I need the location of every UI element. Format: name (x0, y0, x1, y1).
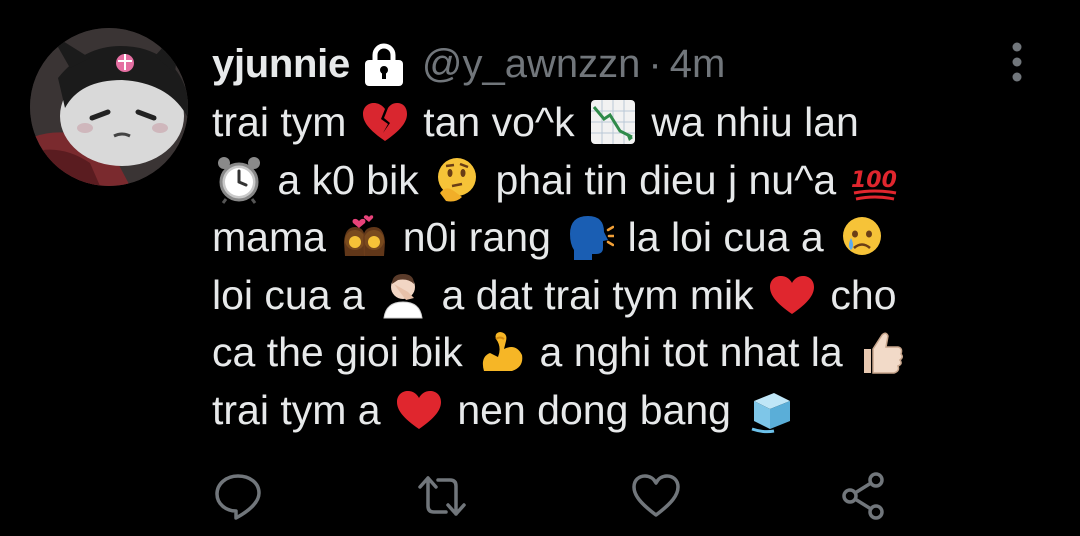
retweet-button[interactable] (416, 470, 468, 522)
timestamp[interactable]: 4m (670, 42, 726, 87)
share-icon (842, 472, 884, 520)
reply-icon (215, 474, 261, 520)
tweet-text-segment: a k0 bik (266, 156, 431, 203)
tweet-text-segment: cho (819, 271, 897, 318)
tweet-text-segment: a nghi tot nhat la (528, 329, 855, 375)
alarm-clock-icon (214, 155, 264, 205)
reply-button[interactable] (212, 470, 264, 522)
tweet-text-segment: n0i rang (391, 214, 563, 260)
share-button[interactable] (838, 470, 890, 522)
tweet: yjunnie @y_awnzzn · 4m trai tym tan vo^k… (0, 0, 1080, 536)
red-heart-icon (394, 385, 444, 435)
red-heart-icon (767, 270, 817, 320)
retweet-icon (418, 476, 466, 516)
chart-decreasing-icon (588, 97, 638, 147)
display-name[interactable]: yjunnie (212, 42, 350, 87)
user-handle[interactable]: @y_awnzzn (422, 42, 640, 87)
tweet-text-segment: nen dong bang (445, 386, 743, 433)
tweet-text-segment: trai tym a (212, 386, 392, 433)
tweet-header: yjunnie @y_awnzzn · 4m (212, 34, 725, 94)
tweet-text-segment: mama (212, 214, 338, 260)
avatar[interactable] (30, 28, 188, 186)
tweet-text-line: a k0 bik phai tin dieu j nu^a 100 (212, 152, 1032, 210)
svg-text:100: 100 (851, 168, 897, 193)
kuromi-avatar-icon (30, 28, 188, 186)
crying-face-icon (837, 212, 887, 262)
tweet-text-segment: trai tym (212, 99, 358, 145)
tweet-text-segment: wa nhiu lan (640, 99, 859, 145)
facepalm-icon (378, 270, 428, 320)
separator-dot: · (648, 41, 662, 86)
speaking-head-icon (564, 212, 615, 262)
tweet-text-line: ca the gioi bik a nghi tot nhat la (212, 324, 1032, 382)
tweet-text-line: trai tym a nen dong bang (212, 382, 1032, 440)
tweet-text-segment: a dat trai tym mik (430, 271, 766, 318)
ice-cube-icon (744, 385, 794, 435)
tweet-text-line: mama n0i rang la loi cua a (212, 209, 1032, 267)
more-options-icon[interactable] (1000, 40, 1034, 84)
heart-icon (632, 474, 680, 517)
thinking-face-icon (432, 155, 482, 205)
kiss-women-icon (339, 212, 389, 262)
thumbs-up-icon (856, 327, 906, 377)
flexed-biceps-icon (476, 327, 526, 377)
tweet-text: trai tym tan vo^k wa nhiu lan a k0 bik p… (212, 94, 1032, 439)
broken-heart-icon (360, 97, 410, 147)
tweet-text-segment: tan vo^k (411, 99, 587, 145)
tweet-text-line: trai tym tan vo^k wa nhiu lan (212, 94, 1032, 152)
tweet-text-segment: phai tin dieu j nu^a (484, 156, 848, 203)
tweet-text-segment: loi cua a (212, 271, 377, 318)
lock-icon (360, 40, 408, 88)
tweet-text-line: loi cua a a dat trai tym mik cho (212, 267, 1032, 325)
hundred-points-icon: 100 (850, 155, 900, 205)
tweet-text-segment: la loi cua a (616, 214, 836, 260)
like-button[interactable] (630, 470, 682, 522)
tweet-text-segment: ca the gioi bik (212, 329, 475, 375)
